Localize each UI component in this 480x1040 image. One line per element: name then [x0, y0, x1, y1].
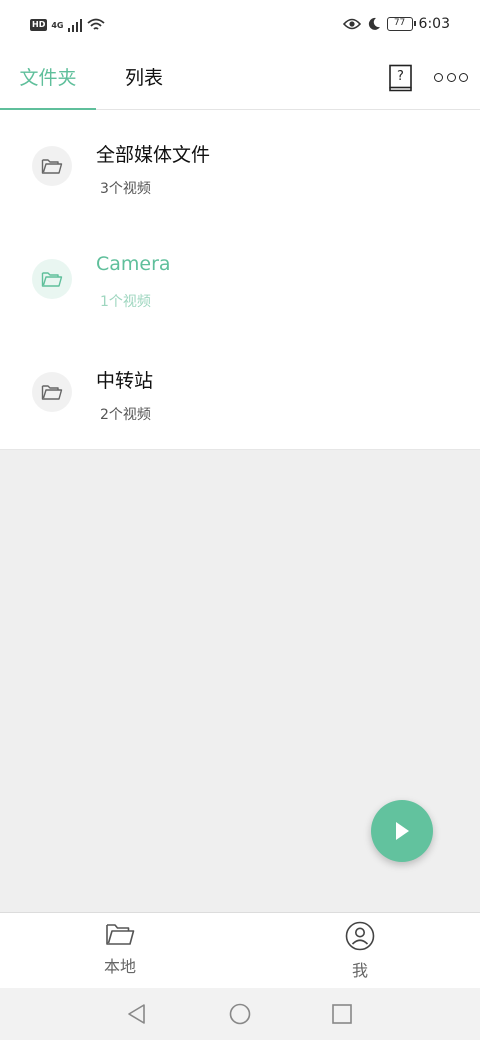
nav-me-label: 我 — [351, 961, 368, 980]
folder-icon — [32, 146, 72, 186]
folder-list: 全部媒体文件 3个视频 Camera 1个视频 中转站 2个视频 — [0, 110, 480, 450]
signal-icon — [68, 19, 83, 32]
battery-level: 77 — [393, 18, 406, 28]
user-icon — [345, 921, 375, 951]
more-dot — [434, 72, 443, 82]
tab-bar: 文件夹 列表 ? — [0, 54, 480, 111]
folder-item-all-media[interactable]: 全部媒体文件 3个视频 — [0, 110, 480, 223]
tab-list-label: 列表 — [124, 67, 163, 89]
hd-badge: HD — [30, 19, 48, 31]
wifi-icon — [87, 18, 106, 30]
more-dot — [446, 72, 456, 82]
nav-local-label: 本地 — [103, 957, 136, 976]
folder-icon — [32, 372, 72, 412]
status-bar: HD 4G 77 6:03 — [0, 0, 480, 54]
battery-icon: 77 — [386, 17, 416, 31]
moon-icon — [368, 17, 380, 30]
more-button[interactable] — [434, 70, 468, 84]
nav-me[interactable]: 我 — [320, 921, 400, 981]
more-dot — [459, 72, 468, 82]
clock: 6:03 — [418, 16, 450, 32]
back-icon[interactable] — [125, 1002, 149, 1026]
network-type: 4G — [51, 20, 64, 30]
folder-name: 全部媒体文件 — [96, 144, 211, 166]
folder-name: Camera — [96, 253, 171, 275]
status-left: HD 4G — [30, 18, 106, 32]
folder-name: 中转站 — [96, 370, 154, 392]
nav-local[interactable]: 本地 — [80, 921, 160, 977]
bottom-nav: 本地 我 — [0, 912, 480, 988]
folder-video-count: 3个视频 — [100, 181, 151, 197]
folder-icon — [106, 924, 135, 945]
status-right: 77 6:03 — [342, 16, 450, 32]
home-icon[interactable] — [228, 1002, 252, 1026]
folder-icon — [32, 259, 72, 299]
play-icon — [396, 822, 409, 840]
tab-folders-label: 文件夹 — [19, 67, 77, 89]
recent-apps-icon[interactable] — [330, 1002, 354, 1026]
folder-item-camera[interactable]: Camera 1个视频 — [0, 223, 480, 336]
question-book-icon: ? — [389, 64, 412, 92]
folder-video-count: 2个视频 — [100, 407, 151, 423]
system-nav-bar — [0, 988, 480, 1040]
tab-folders[interactable]: 文件夹 — [0, 54, 96, 111]
tab-list[interactable]: 列表 — [104, 54, 184, 110]
eye-icon — [342, 18, 361, 30]
folder-video-count: 1个视频 — [100, 294, 151, 310]
help-button[interactable]: ? — [388, 64, 414, 92]
play-fab-button[interactable] — [371, 800, 433, 862]
folder-item-transfer[interactable]: 中转站 2个视频 — [0, 336, 480, 449]
svg-text:?: ? — [397, 69, 404, 84]
